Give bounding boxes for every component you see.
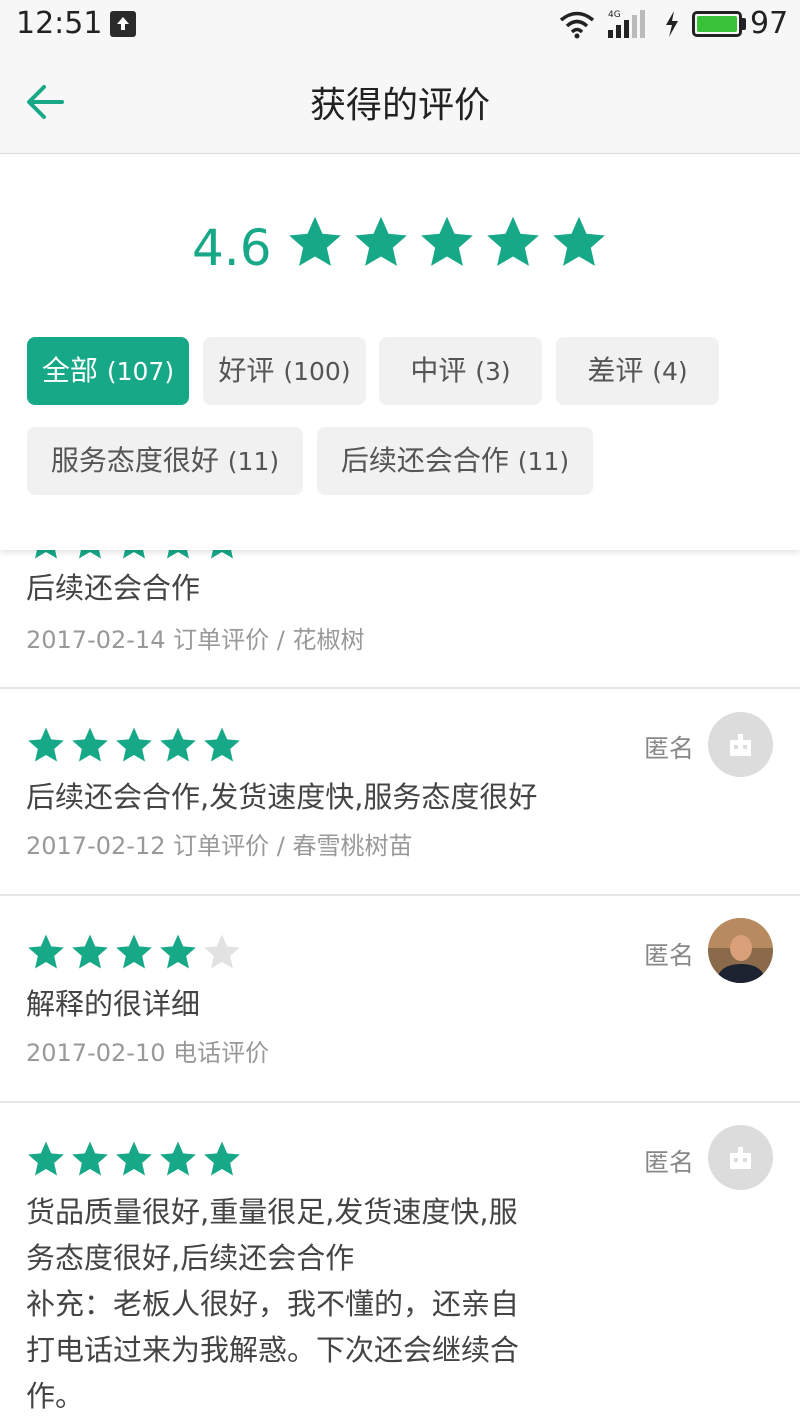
review-rating (26, 932, 246, 976)
review-text: 货品质量很好,重量很足,发货速度快,服 务态度很好,后续还会合作 补充：老板人很… (26, 1189, 566, 1419)
app-bar: 获得的评价 (0, 50, 800, 154)
review-text-line: 打电话过来为我解惑。下次还会继续合 (26, 1333, 520, 1367)
average-stars (286, 213, 616, 275)
signal-icon: 4G (608, 10, 645, 38)
filter-chip-all[interactable]: 全部 (107) (27, 337, 189, 405)
filter-chip-good-service[interactable]: 服务态度很好 (11) (27, 427, 303, 495)
status-bar: 12:51 4G 97 (0, 0, 800, 50)
average-score: 4.6 (192, 219, 272, 277)
star-icon (289, 216, 341, 266)
star-icon (160, 934, 196, 969)
default-avatar-icon (708, 712, 773, 777)
review-text: 后续还会合作,发货速度快,服务态度很好 (26, 780, 538, 814)
rating-summary: 4.6 全部 (107) 好评 (100) 中评 (3) 差评 (4) 服务态度… (0, 155, 800, 550)
review-text-line: 货品质量很好,重量很足,发货速度快,服 (26, 1195, 518, 1229)
review-meta: 2017-02-14 订单评价 / 花椒树 (26, 626, 365, 654)
upload-icon (110, 11, 136, 37)
star-icon (553, 216, 605, 266)
default-avatar-icon (708, 1125, 773, 1190)
review-author: 匿名 (644, 734, 695, 763)
review-author: 匿名 (644, 941, 695, 970)
filter-chip-positive[interactable]: 好评 (100) (203, 337, 366, 405)
star-icon (72, 934, 108, 969)
review-list[interactable]: 后续还会合作 2017-02-14 订单评价 / 花椒树 匿名 后续还会合作,发… (0, 520, 800, 1422)
star-icon (160, 1141, 196, 1176)
star-empty-icon (204, 934, 240, 969)
star-icon (72, 1141, 108, 1176)
star-icon (28, 727, 64, 762)
star-icon (355, 216, 407, 266)
review-item[interactable]: 匿名 货品质量很好,重量很足,发货速度快,服 务态度很好,后续还会合作 补充：老… (0, 1103, 800, 1422)
star-icon (28, 1141, 64, 1176)
review-author: 匿名 (644, 1148, 695, 1177)
star-icon (116, 727, 152, 762)
star-icon (116, 934, 152, 969)
review-meta: 2017-02-12 订单评价 / 春雪桃树苗 (26, 832, 413, 860)
network-label: 4G (608, 10, 621, 20)
review-text-line: 作。 (26, 1379, 85, 1413)
star-icon (160, 727, 196, 762)
filter-chip-negative[interactable]: 差评 (4) (556, 337, 719, 405)
charging-icon (666, 11, 678, 37)
star-icon (204, 727, 240, 762)
review-rating (26, 1139, 246, 1183)
review-text: 后续还会合作 (26, 571, 201, 605)
page-title: 获得的评价 (309, 85, 490, 126)
user-avatar-photo (708, 918, 773, 983)
star-icon (421, 216, 473, 266)
star-icon (72, 727, 108, 762)
review-item[interactable]: 匿名 后续还会合作,发货速度快,服务态度很好 2017-02-12 订单评价 /… (0, 689, 800, 896)
filter-chip-neutral[interactable]: 中评 (3) (379, 337, 542, 405)
battery-icon (692, 11, 742, 37)
review-text-line: 补充：老板人很好，我不懂的，还亲自 (26, 1287, 520, 1321)
review-text: 解释的很详细 (26, 987, 201, 1021)
filter-chip-will-cooperate[interactable]: 后续还会合作 (11) (317, 427, 593, 495)
star-icon (487, 216, 539, 266)
review-item[interactable]: 匿名 解释的很详细 2017-02-10 电话评价 (0, 896, 800, 1103)
review-rating (26, 725, 246, 769)
battery-level: 97 (750, 6, 789, 41)
wifi-icon (559, 11, 595, 39)
review-meta: 2017-02-10 电话评价 (26, 1039, 270, 1067)
star-icon (116, 1141, 152, 1176)
star-icon (28, 934, 64, 969)
star-icon (204, 1141, 240, 1176)
status-time: 12:51 (16, 6, 103, 41)
review-text-line: 务态度很好,后续还会合作 (26, 1241, 355, 1275)
